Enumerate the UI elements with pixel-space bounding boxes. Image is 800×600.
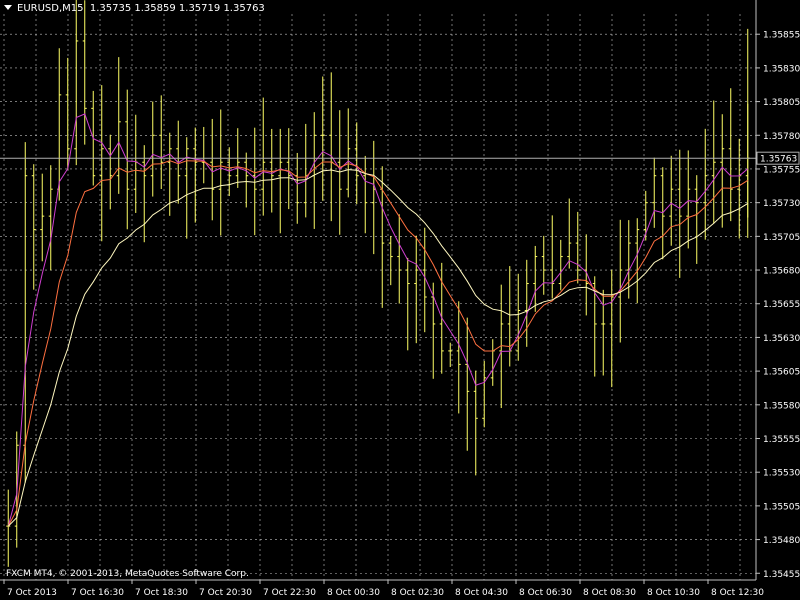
x-tick-label: 7 Oct 20:30: [199, 588, 252, 598]
y-tick-label: 1.35455: [763, 570, 800, 580]
copyright-text: FXCM MT4, © 2001-2013, MetaQuotes Softwa…: [6, 569, 249, 579]
y-tick-label: 1.35780: [763, 132, 800, 142]
x-tick-label: 8 Oct 12:30: [711, 588, 764, 598]
chevron-down-icon[interactable]: [4, 5, 12, 10]
x-tick-label: 8 Oct 00:30: [327, 588, 380, 598]
x-tick-label: 7 Oct 18:30: [135, 588, 188, 598]
x-tick-label: 8 Oct 08:30: [583, 588, 636, 598]
y-tick-label: 1.35730: [763, 199, 800, 209]
y-tick-label: 1.35530: [763, 469, 800, 479]
chart-header[interactable]: EURUSD,M15 1.35735 1.35859 1.35719 1.357…: [4, 3, 265, 14]
y-tick-label: 1.35680: [763, 267, 800, 277]
y-tick-label: 1.35705: [763, 233, 800, 243]
symbol-label: EURUSD,M15: [17, 3, 84, 14]
y-tick-label: 1.35805: [763, 98, 800, 108]
price-chart[interactable]: 1.35763 1.35855 1.35830 1.35805 1.35780 1.35…: [0, 0, 800, 600]
y-tick-label: 1.35830: [763, 64, 800, 74]
x-tick-label: 8 Oct 06:30: [519, 588, 572, 598]
x-tick-label: 7 Oct 22:30: [263, 588, 316, 598]
y-tick-label: 1.35755: [763, 165, 800, 175]
y-tick-label: 1.35580: [763, 401, 800, 411]
y-tick-label: 1.35855: [763, 31, 800, 41]
x-tick-label: 7 Oct 16:30: [71, 588, 124, 598]
y-tick-label: 1.35630: [763, 334, 800, 344]
x-tick-label: 8 Oct 02:30: [391, 588, 444, 598]
x-tick-label: 8 Oct 04:30: [455, 588, 508, 598]
chart-background: [0, 0, 800, 600]
y-tick-label: 1.35655: [763, 300, 800, 310]
y-tick-label: 1.35480: [763, 536, 800, 546]
y-tick-label: 1.35505: [763, 502, 800, 512]
y-tick-label: 1.35605: [763, 368, 800, 378]
y-tick-label: 1.35555: [763, 435, 800, 445]
price-tag-label: 1.35763: [760, 155, 797, 165]
ohlc-values: 1.35735 1.35859 1.35719 1.35763: [89, 3, 265, 14]
x-tick-label: 7 Oct 2013: [7, 588, 57, 598]
x-tick-label: 8 Oct 10:30: [647, 588, 700, 598]
